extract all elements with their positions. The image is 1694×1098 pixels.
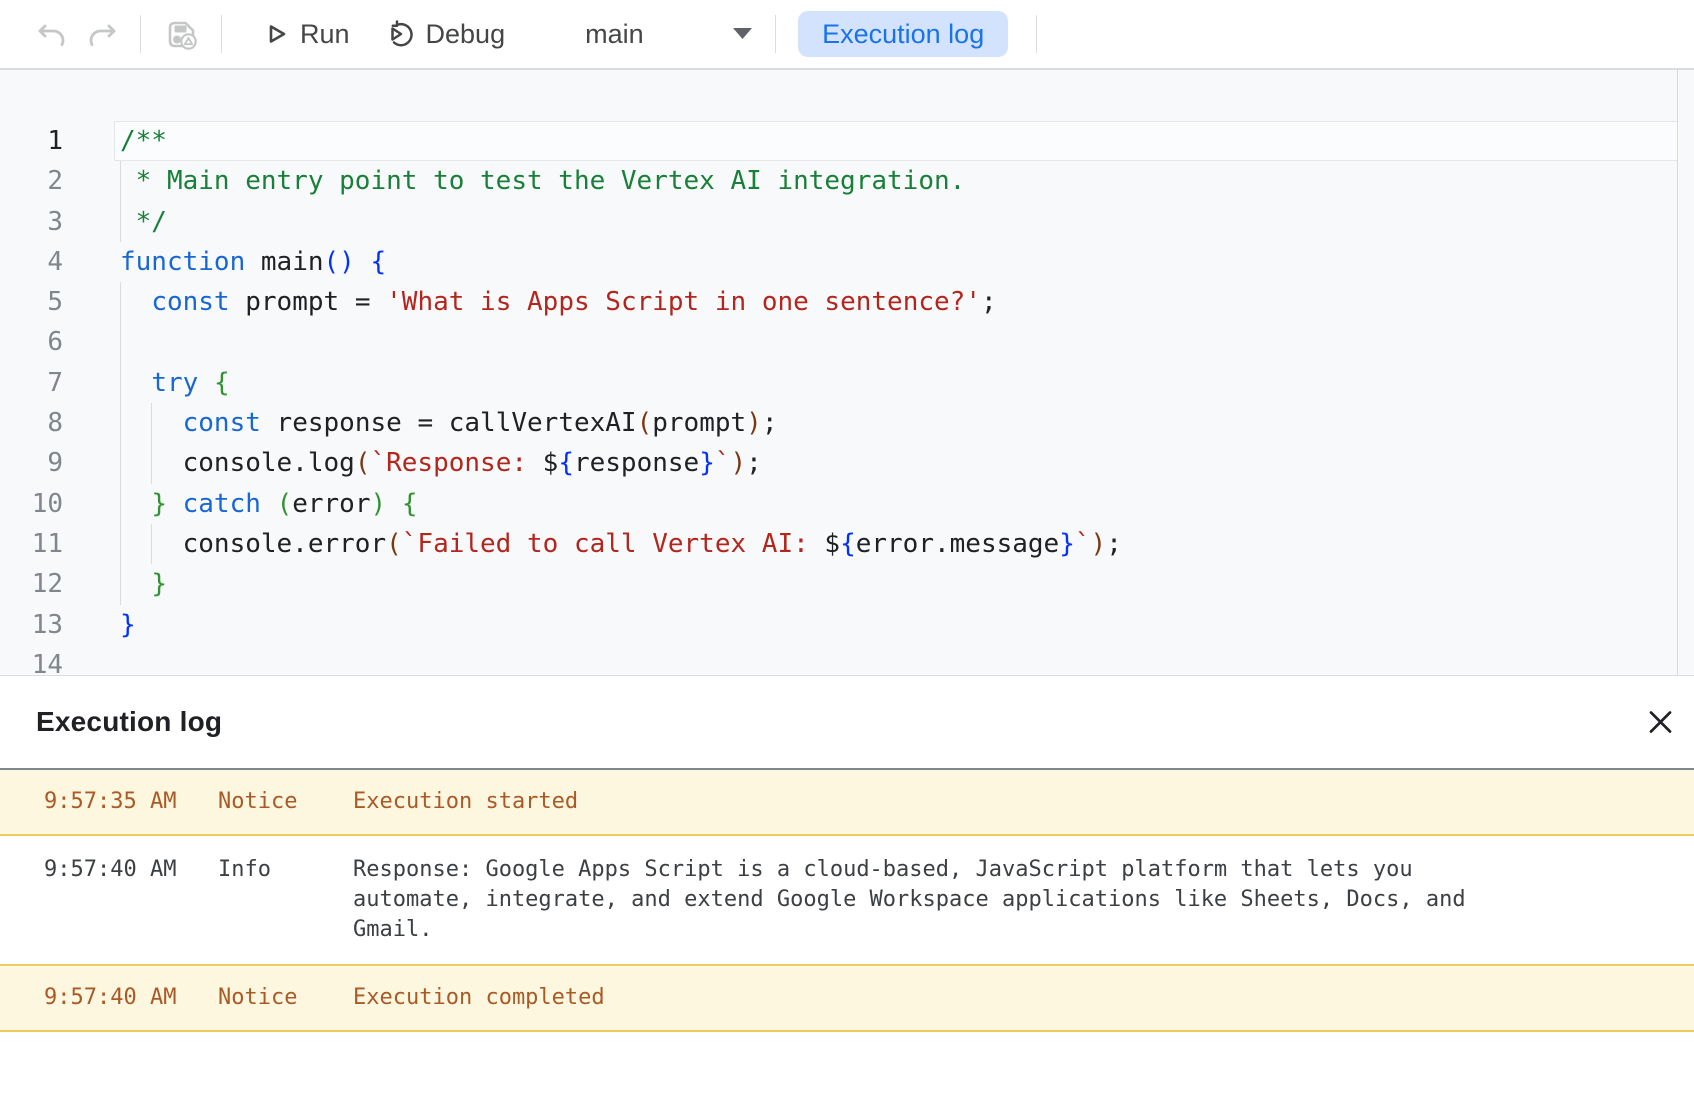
code-text: } catch (error) { [63,484,417,524]
code-line-1[interactable]: 1/** [0,121,1694,161]
toolbar-divider [221,15,222,53]
code-text: const prompt = 'What is Apps Script in o… [63,282,997,322]
code-editor[interactable]: 1/**2 * Main entry point to test the Ver… [0,70,1694,675]
code-text: console.log(`Response: ${response}`); [63,443,762,483]
minimap-divider [1677,70,1678,675]
code-text: console.error(`Failed to call Vertex AI:… [63,524,1122,564]
code-line-10[interactable]: 10 } catch (error) { [0,484,1694,524]
save-button[interactable] [161,14,201,54]
current-line-highlight [114,121,1678,161]
code-text: */ [63,202,167,242]
log-level: Notice [218,787,353,817]
debug-icon [384,18,416,50]
undo-icon [34,17,68,51]
log-message: Execution completed [353,983,1503,1013]
code-line-4[interactable]: 4function main() { [0,242,1694,282]
code-text: * Main entry point to test the Vertex AI… [63,161,965,201]
code-line-7[interactable]: 7 try { [0,363,1694,403]
code-line-3[interactable]: 3 */ [0,202,1694,242]
debug-button-label: Debug [426,19,506,50]
run-button[interactable]: Run [262,19,350,50]
code-text [63,322,120,362]
line-number: 5 [0,282,63,322]
log-timestamp: 9:57:40 AM [44,983,218,1013]
log-entry: 9:57:40 AMNoticeExecution completed [0,964,1694,1032]
code-line-5[interactable]: 5 const prompt = 'What is Apps Script in… [0,282,1694,322]
line-number: 2 [0,161,63,201]
line-number: 8 [0,403,63,443]
toolbar-divider [1036,15,1037,53]
execution-log-panel: Execution log 9:57:35 AMNoticeExecution … [0,675,1694,1032]
log-message: Response: Google Apps Script is a cloud-… [353,855,1503,945]
log-timestamp: 9:57:40 AM [44,855,218,945]
line-number: 9 [0,443,63,483]
code-line-8[interactable]: 8 const response = callVertexAI(prompt); [0,403,1694,443]
code-line-2[interactable]: 2 * Main entry point to test the Vertex … [0,161,1694,201]
redo-icon [86,17,120,51]
line-number: 14 [0,645,63,675]
execution-log-header: Execution log [0,676,1694,770]
code-line-14[interactable]: 14 [0,645,1694,675]
code-text: function main() { [63,242,386,282]
log-timestamp: 9:57:35 AM [44,787,218,817]
function-selector-value: main [585,19,644,50]
run-button-label: Run [300,19,350,50]
code-line-6[interactable]: 6 [0,322,1694,362]
code-text: /** [63,121,167,161]
chevron-down-icon [732,27,753,41]
code-text: try { [63,363,230,403]
undo-button[interactable] [34,17,68,51]
redo-button[interactable] [86,17,120,51]
execution-log-button[interactable]: Execution log [798,11,1008,57]
run-play-icon [262,20,290,48]
line-number: 4 [0,242,63,282]
line-number: 13 [0,605,63,645]
code-text: const response = callVertexAI(prompt); [63,403,777,443]
code-text: } [63,605,136,645]
log-entry: 9:57:35 AMNoticeExecution started [0,770,1694,836]
execution-log-button-label: Execution log [822,19,984,50]
toolbar-divider [775,15,776,53]
line-number: 3 [0,202,63,242]
log-entry: 9:57:40 AMInfoResponse: Google Apps Scri… [0,836,1694,964]
code-line-13[interactable]: 13} [0,605,1694,645]
function-selector-dropdown[interactable]: main [585,19,753,50]
line-number: 1 [0,121,63,161]
save-project-icon [161,14,201,54]
close-icon [1645,707,1676,738]
log-message: Execution started [353,787,1503,817]
line-number: 10 [0,484,63,524]
execution-log-title: Execution log [36,706,222,738]
line-number: 7 [0,363,63,403]
code-line-11[interactable]: 11 console.error(`Failed to call Vertex … [0,524,1694,564]
code-text [63,645,120,675]
debug-button[interactable]: Debug [384,18,506,50]
indent-guide [120,322,121,362]
code-text: } [63,564,167,604]
line-number: 12 [0,564,63,604]
line-number: 6 [0,322,63,362]
toolbar-divider [140,15,141,53]
line-number: 11 [0,524,63,564]
log-level: Info [218,855,353,945]
code-line-12[interactable]: 12 } [0,564,1694,604]
log-level: Notice [218,983,353,1013]
close-log-button[interactable] [1645,707,1676,738]
toolbar: Run Debug main Execution log [0,0,1694,70]
code-line-9[interactable]: 9 console.log(`Response: ${response}`); [0,443,1694,483]
